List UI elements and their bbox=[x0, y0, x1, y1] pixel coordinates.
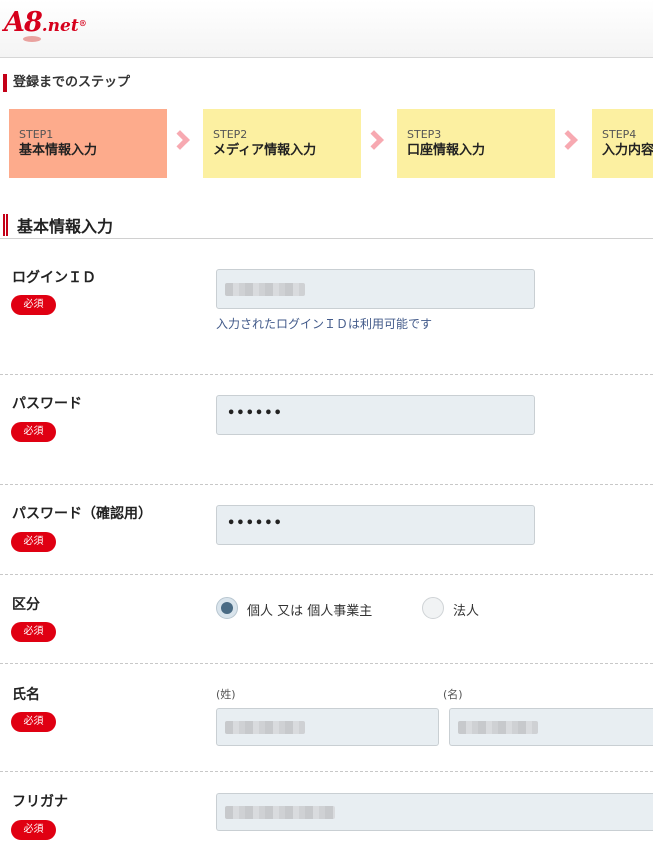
required-badge: 必須 bbox=[11, 295, 56, 315]
step-3: STEP3 口座情報入力 bbox=[397, 109, 555, 178]
step-number: STEP2 bbox=[213, 128, 248, 141]
first-name-input[interactable] bbox=[449, 708, 653, 746]
required-badge: 必須 bbox=[11, 622, 56, 642]
step-2: STEP2 メディア情報入力 bbox=[203, 109, 361, 178]
row-divider bbox=[0, 574, 653, 575]
logo-swoosh-icon bbox=[23, 36, 41, 42]
required-badge: 必須 bbox=[11, 820, 56, 840]
required-badge: 必須 bbox=[11, 712, 56, 732]
login-id-label: ログインＩＤ bbox=[12, 270, 96, 286]
step-name: 入力内容 bbox=[602, 143, 653, 158]
row-divider bbox=[0, 663, 653, 664]
heading-bar-icon bbox=[3, 214, 9, 236]
password-confirm-input[interactable]: •••••• bbox=[216, 505, 535, 545]
redacted-value bbox=[225, 721, 305, 734]
chevron-right-icon bbox=[364, 130, 384, 150]
login-id-availability-note: 入力されたログインＩＤは利用可能です bbox=[216, 317, 433, 331]
required-badge: 必須 bbox=[11, 422, 56, 442]
first-name-sublabel: (名) bbox=[443, 688, 463, 701]
furigana-label: フリガナ bbox=[12, 794, 68, 810]
step-4: STEP4 入力内容 bbox=[592, 109, 653, 178]
last-name-sublabel: (姓) bbox=[216, 688, 236, 701]
redacted-value bbox=[458, 721, 538, 734]
section-title: 基本情報入力 bbox=[17, 217, 114, 236]
row-divider bbox=[0, 484, 653, 485]
radio-individual[interactable] bbox=[216, 597, 238, 619]
steps-section-title: 登録までのステップ bbox=[3, 74, 130, 92]
step-1: STEP1 基本情報入力 bbox=[9, 109, 167, 178]
last-name-input[interactable] bbox=[216, 708, 439, 746]
radio-individual-label[interactable]: 個人 又は 個人事業主 bbox=[247, 600, 372, 619]
step-number: STEP4 bbox=[602, 128, 637, 141]
step-number: STEP1 bbox=[19, 128, 54, 141]
a8net-logo[interactable]: A8.net® bbox=[4, 8, 87, 41]
radio-corporation[interactable] bbox=[422, 597, 444, 619]
password-input[interactable]: •••••• bbox=[216, 395, 535, 435]
full-name-label: 氏名 bbox=[12, 687, 40, 703]
required-badge: 必須 bbox=[11, 532, 56, 552]
step-number: STEP3 bbox=[407, 128, 442, 141]
login-id-input[interactable] bbox=[216, 269, 535, 309]
step-name: メディア情報入力 bbox=[213, 143, 317, 158]
password-masked-value: •••••• bbox=[227, 406, 283, 421]
chevron-right-icon bbox=[558, 130, 578, 150]
password-confirm-label: パスワード（確認用） bbox=[12, 506, 152, 522]
furigana-input[interactable] bbox=[216, 793, 653, 831]
row-divider bbox=[0, 374, 653, 375]
step-name: 口座情報入力 bbox=[407, 143, 486, 158]
radio-corporation-label[interactable]: 法人 bbox=[453, 600, 479, 619]
chevron-right-icon bbox=[170, 130, 190, 150]
row-divider bbox=[0, 771, 653, 772]
step-name: 基本情報入力 bbox=[19, 143, 98, 158]
password-label: パスワード bbox=[12, 396, 82, 412]
password-confirm-masked-value: •••••• bbox=[227, 516, 283, 531]
category-label: 区分 bbox=[12, 597, 40, 613]
redacted-value bbox=[225, 806, 335, 819]
site-header: A8.net® bbox=[0, 0, 653, 58]
section-heading: 基本情報入力 bbox=[0, 212, 653, 239]
redacted-value bbox=[225, 283, 305, 296]
